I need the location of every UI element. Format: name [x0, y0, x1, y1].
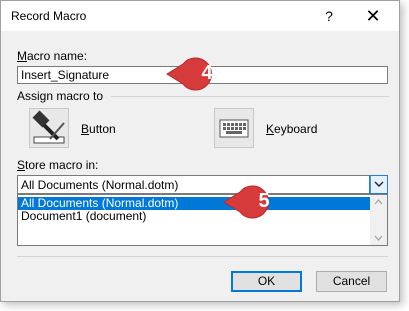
scroll-down-icon — [374, 235, 383, 241]
store-macro-label: Store macro in: — [17, 158, 98, 172]
dialog-title: Record Macro — [11, 9, 87, 23]
store-macro-options-list[interactable]: All Documents (Normal.dotm) Document1 (d… — [17, 194, 388, 246]
close-button[interactable]: ✕ — [363, 6, 383, 26]
callout-5-number: 5 — [258, 190, 270, 212]
bottom-divider — [17, 256, 388, 257]
macro-name-label-rest: acro name: — [27, 49, 88, 63]
option-document1[interactable]: Document1 (document) — [18, 210, 370, 223]
title-bar: Record Macro ? ✕ — [1, 1, 399, 31]
keyboard-option-label: Keyboard — [266, 122, 317, 136]
assign-to-button-button[interactable] — [29, 108, 69, 148]
callout-4: 4 — [165, 56, 235, 95]
macro-name-label: Macro name: — [17, 49, 87, 63]
keyboard-mnemonic: K — [266, 122, 275, 136]
store-macro-dropdown[interactable]: All Documents (Normal.dotm) — [17, 175, 388, 194]
store-label-rest: tore macro in: — [25, 158, 99, 172]
scrollbar-arrows — [374, 199, 383, 241]
macro-name-mnemonic: M — [17, 49, 27, 63]
list-scrollbar[interactable] — [370, 195, 387, 245]
button-label-rest: utton — [89, 122, 116, 136]
callout-4-number: 4 — [201, 62, 213, 84]
keyboard-label-rest: eyboard — [274, 122, 318, 136]
record-macro-dialog: Record Macro ? ✕ Macro name: Insert_Sign… — [0, 0, 400, 302]
dropdown-toggle-button[interactable] — [369, 175, 388, 194]
store-mnemonic: S — [17, 158, 26, 172]
button-mnemonic: B — [81, 122, 90, 136]
button-option-label: Button — [81, 122, 116, 136]
help-button[interactable]: ? — [319, 6, 339, 26]
group-divider — [111, 96, 389, 97]
assign-to-keyboard-button[interactable] — [214, 108, 254, 148]
ok-button[interactable]: OK — [231, 271, 302, 292]
scroll-up-icon — [374, 199, 383, 205]
chevron-down-icon — [374, 181, 384, 187]
store-macro-selected-value: All Documents (Normal.dotm) — [21, 178, 179, 192]
keyboard-icon — [219, 119, 249, 138]
callout-5: 5 — [222, 184, 292, 223]
cancel-button[interactable]: Cancel — [316, 271, 387, 292]
assign-macro-group-title: Assign macro to — [17, 89, 104, 103]
hammer-icon — [32, 110, 65, 144]
